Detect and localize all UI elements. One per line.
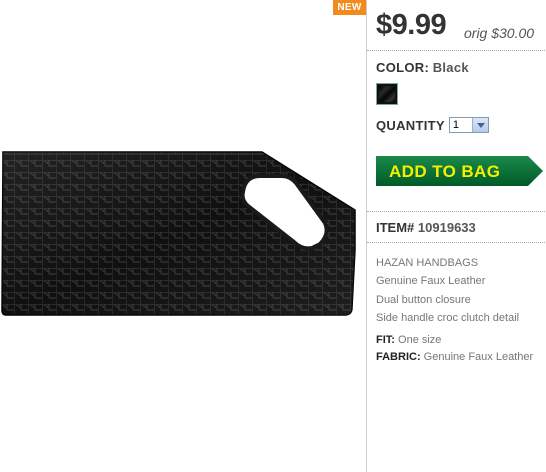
add-to-bag-button[interactable]: ADD TO BAG [376,155,544,187]
color-row: COLOR: Black [376,60,469,75]
description-line: Genuine Faux Leather [376,275,486,288]
product-info-panel: $9.99 orig $30.00 COLOR: Black QUANTITY … [366,0,546,472]
item-label: ITEM# 10919633 [376,220,476,235]
product-image[interactable] [0,148,358,316]
quantity-row: QUANTITY 1 [376,117,489,133]
color-swatch-black[interactable] [376,83,398,105]
new-badge: NEW [333,0,366,15]
item-label-text: ITEM# [376,220,415,235]
product-image-area: NEW [0,0,366,472]
fit-label: FIT: [376,334,395,346]
fit-value: One size [398,334,442,346]
item-number-row: ITEM# 10919633 [367,211,546,243]
current-price: $9.99 [376,9,447,41]
fabric-value: Genuine Faux Leather [423,351,534,363]
add-to-bag-label: ADD TO BAG [389,162,501,181]
fabric-label: FABRIC: [376,351,421,363]
swatch-texture [379,86,395,102]
quantity-value: 1 [452,119,460,131]
quantity-select[interactable]: 1 [448,117,489,133]
fit-row: FIT: One size [376,334,441,346]
quantity-label: QUANTITY [376,117,445,133]
description-line: HAZAN HANDBAGS [376,257,479,269]
chevron-down-icon[interactable] [471,118,488,132]
color-value: Black [432,60,469,75]
original-price: orig $30.00 [464,25,535,41]
price-row: $9.99 orig $30.00 [367,0,546,51]
fabric-row: FABRIC: Genuine Faux Leather [376,351,533,363]
product-description: HAZAN HANDBAGS Genuine Faux Leather Dual… [376,254,519,327]
description-line: Dual button closure [376,293,471,306]
item-number: 10919633 [417,220,476,235]
color-label: COLOR: [376,60,430,75]
description-line: Side handle croc clutch detail [376,311,520,324]
